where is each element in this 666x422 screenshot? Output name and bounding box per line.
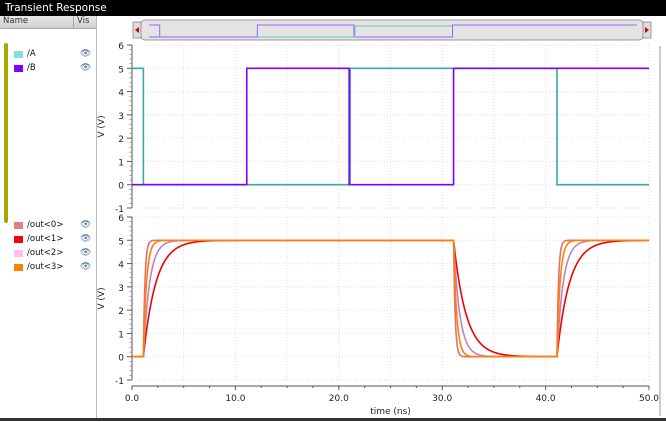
- signal-item[interactable]: /A 👁: [10, 48, 91, 60]
- signal-label: /out<0>: [27, 220, 64, 230]
- visibility-eye-icon[interactable]: 👁: [80, 220, 91, 230]
- panel-header: Name Vis: [0, 16, 96, 29]
- group-bar[interactable]: [4, 43, 8, 223]
- y-tick-label: 1: [118, 330, 124, 340]
- plot-pane-1[interactable]: -1 0 1 2 3 4 5 6 V (V): [97, 214, 650, 387]
- y-axis-label: V (V): [97, 115, 107, 137]
- signal-item[interactable]: /out<2> 👁: [10, 247, 91, 259]
- y-tick-label: 2: [118, 307, 124, 317]
- signal-item[interactable]: /out<0> 👁: [10, 219, 91, 231]
- plot-pane-0[interactable]: -10123456V (V): [97, 42, 650, 215]
- name-column-header[interactable]: Name: [0, 16, 74, 28]
- signal-label: /out<1>: [27, 234, 64, 244]
- y-tick-label: 6: [118, 42, 124, 52]
- window-title: Transient Response: [0, 0, 666, 16]
- y-tick-label: 3: [118, 284, 124, 294]
- y-tick-label: 0: [118, 354, 124, 364]
- x-tick-label: 50.0: [639, 394, 659, 404]
- x-tick-label: 10.0: [225, 394, 245, 404]
- color-swatch: [14, 249, 23, 257]
- visibility-eye-icon[interactable]: 👁: [80, 49, 91, 59]
- color-swatch: [14, 235, 23, 243]
- signal-item[interactable]: /out<1> 👁: [10, 233, 91, 245]
- x-tick-label: 20.0: [329, 394, 349, 404]
- y-tick-label: 4: [118, 261, 124, 271]
- signal-label: /out<2>: [27, 248, 64, 258]
- x-tick-label: 30.0: [432, 394, 452, 404]
- y-axis-label: V (V): [97, 287, 107, 309]
- signal-panel: Name Vis /A 👁/B 👁/out<0> 👁/out<1> 👁/out<2> 👁 /…: [0, 16, 97, 419]
- x-axis-label: time (ns): [370, 407, 411, 417]
- y-tick-label: 2: [118, 135, 124, 145]
- visibility-eye-icon[interactable]: 👁: [80, 262, 91, 272]
- signal-label: /A: [27, 49, 36, 59]
- y-tick-label: 6: [118, 214, 124, 224]
- y-tick-label: 3: [118, 112, 124, 122]
- y-tick-label: 5: [118, 65, 124, 75]
- y-tick-label: 0: [118, 182, 124, 192]
- visibility-eye-icon[interactable]: 👁: [80, 234, 91, 244]
- signal-item[interactable]: /B 👁: [10, 62, 91, 74]
- color-swatch: [14, 221, 23, 229]
- visibility-eye-icon[interactable]: 👁: [80, 248, 91, 258]
- y-tick-label: -1: [115, 377, 124, 387]
- waveform-area[interactable]: -1 0 1 2 3 4 5 6 V (V) -1 0 1 2 3 4 5 6 V (V) 0.0 10.0 20.0 3…: [97, 16, 666, 419]
- visibility-eye-icon[interactable]: 👁: [80, 63, 91, 73]
- signal-label: /B: [27, 63, 36, 73]
- signal-item[interactable]: /out<3> 👁: [10, 261, 91, 273]
- signal-label: /out<3>: [27, 262, 64, 272]
- vis-column-header[interactable]: Vis: [74, 16, 89, 28]
- x-tick-label: 40.0: [536, 394, 556, 404]
- y-tick-label: 4: [118, 89, 124, 99]
- color-swatch: [14, 50, 23, 58]
- y-tick-label: 1: [118, 158, 124, 168]
- color-swatch: [14, 64, 23, 72]
- x-tick-label: 0.0: [125, 394, 140, 404]
- color-swatch: [14, 263, 23, 271]
- y-tick-label: 5: [118, 237, 124, 247]
